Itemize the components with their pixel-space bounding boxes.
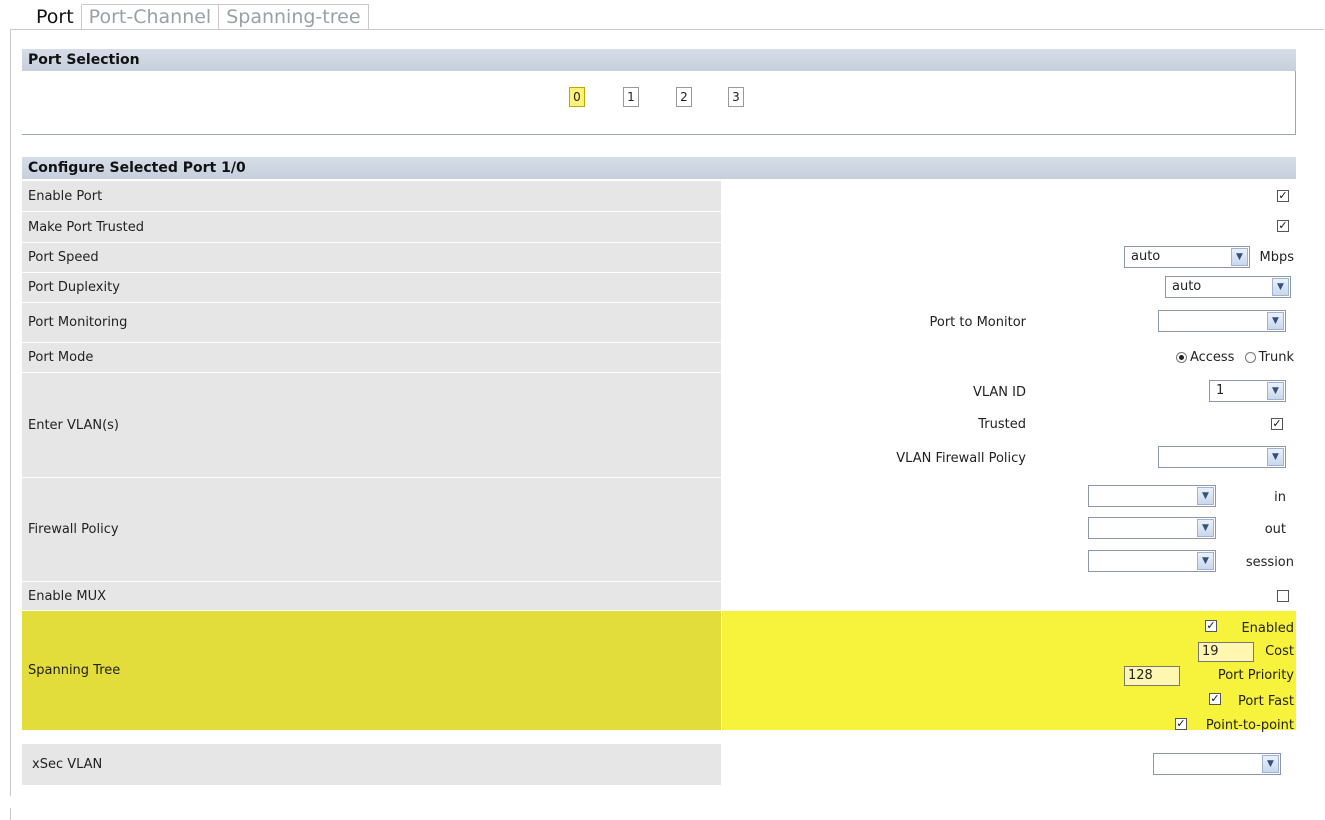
port-speed-select[interactable]: auto ▼ (1124, 246, 1250, 268)
firewall-out-select[interactable]: ▼ (1088, 517, 1216, 539)
chevron-down-icon: ▼ (1272, 278, 1289, 296)
port-selection-panel (22, 71, 1296, 135)
enable-port-row: Enable Port ✓ (22, 181, 1296, 212)
spanning-tree-label: Spanning Tree (22, 611, 721, 730)
port-3-button[interactable]: 3 (728, 87, 744, 107)
port-priority-label: Port Priority (1217, 668, 1294, 683)
port-to-monitor-select[interactable]: ▼ (1158, 310, 1286, 332)
port-priority-input[interactable]: 128 (1124, 666, 1180, 686)
firewall-in-label: in (1274, 490, 1286, 505)
trunk-radio[interactable] (1244, 352, 1256, 363)
firewall-policy-label: Firewall Policy (22, 478, 721, 581)
port-2-button[interactable]: 2 (676, 87, 692, 107)
spanning-tree-cost-input[interactable]: 19 (1198, 642, 1254, 662)
xsec-vlan-select[interactable]: ▼ (1153, 753, 1281, 775)
enable-port-label: Enable Port (22, 181, 721, 211)
port-speed-unit: Mbps (1259, 250, 1295, 265)
tab-port-channel[interactable]: Port-Channel (81, 4, 220, 30)
chevron-down-icon: ▼ (1267, 382, 1284, 400)
vlan-id-select[interactable]: 1 ▼ (1209, 380, 1286, 402)
chevron-down-icon: ▼ (1267, 312, 1284, 330)
vlan-firewall-policy-label: VLAN Firewall Policy (896, 451, 1026, 466)
firewall-policy-row: Firewall Policy ▼ in ▼ out ▼ session (22, 478, 1296, 582)
port-to-monitor-label: Port to Monitor (929, 315, 1026, 330)
enter-vlans-row: Enter VLAN(s) VLAN ID 1 ▼ Trusted ✓ VLAN… (22, 373, 1296, 478)
chevron-down-icon: ▼ (1197, 487, 1214, 505)
port-speed-row: Port Speed auto ▼ Mbps (22, 243, 1296, 273)
trunk-label: Trunk (1258, 350, 1294, 365)
spanning-tree-enabled-checkbox[interactable]: ✓ (1205, 620, 1217, 632)
tab-spanning-tree[interactable]: Spanning-tree (219, 4, 369, 30)
make-port-trusted-checkbox[interactable]: ✓ (1277, 220, 1289, 232)
chevron-down-icon: ▼ (1197, 519, 1214, 537)
trusted-label: Trusted (978, 417, 1026, 432)
configure-port-header: Configure Selected Port 1/0 (22, 157, 1296, 179)
port-monitoring-label: Port Monitoring (22, 303, 721, 342)
enable-port-checkbox[interactable]: ✓ (1277, 190, 1289, 202)
vlan-id-label: VLAN ID (972, 385, 1026, 400)
make-port-trusted-row: Make Port Trusted ✓ (22, 212, 1296, 243)
port-fast-label: Port Fast (1237, 694, 1294, 709)
point-to-point-label: Point-to-point (1205, 718, 1294, 733)
spanning-tree-cost-label: Cost (1265, 644, 1294, 659)
port-duplexity-label: Port Duplexity (22, 273, 721, 302)
enable-mux-row: Enable MUX (22, 582, 1296, 611)
port-fast-checkbox[interactable]: ✓ (1209, 693, 1221, 705)
port-mode-row: Port Mode Access Trunk (22, 343, 1296, 373)
chevron-down-icon: ▼ (1267, 448, 1284, 466)
port-speed-label: Port Speed (22, 243, 721, 272)
port-monitoring-row: Port Monitoring Port to Monitor ▼ (22, 303, 1296, 343)
access-label: Access (1189, 350, 1235, 365)
access-radio[interactable] (1175, 352, 1187, 363)
xsec-vlan-label: xSec VLAN (22, 744, 721, 785)
vlan-firewall-policy-select[interactable]: ▼ (1158, 446, 1286, 468)
make-port-trusted-label: Make Port Trusted (22, 212, 721, 242)
chevron-down-icon: ▼ (1262, 755, 1279, 773)
port-duplexity-select[interactable]: auto ▼ (1165, 276, 1291, 298)
port-mode-label: Port Mode (22, 343, 721, 372)
xsec-vlan-row: xSec VLAN ▼ (22, 744, 1296, 786)
point-to-point-checkbox[interactable]: ✓ (1175, 718, 1187, 730)
port-mode-radio-group: Access Trunk (1175, 350, 1294, 365)
port-selection-header: Port Selection (22, 49, 1296, 71)
firewall-session-select[interactable]: ▼ (1088, 550, 1216, 572)
port-1-button[interactable]: 1 (623, 87, 639, 107)
spanning-tree-enabled-label: Enabled (1241, 621, 1294, 636)
firewall-out-label: out (1264, 522, 1286, 537)
port-duplexity-row: Port Duplexity auto ▼ (22, 273, 1296, 303)
firewall-in-select[interactable]: ▼ (1088, 485, 1216, 507)
port-0-button[interactable]: 0 (569, 87, 585, 107)
chevron-down-icon: ▼ (1231, 248, 1248, 266)
enable-mux-checkbox[interactable] (1277, 590, 1289, 602)
vlan-trusted-checkbox[interactable]: ✓ (1271, 418, 1283, 430)
tab-port[interactable]: Port (28, 4, 82, 30)
spanning-tree-row: Spanning Tree ✓ Enabled 19 Cost 128 Port… (22, 611, 1296, 733)
enable-mux-label: Enable MUX (22, 582, 721, 610)
firewall-session-label: session (1245, 555, 1294, 570)
tab-bar: Port Port-Channel Spanning-tree (28, 4, 369, 30)
enter-vlans-label: Enter VLAN(s) (22, 373, 721, 477)
chevron-down-icon: ▼ (1197, 552, 1214, 570)
